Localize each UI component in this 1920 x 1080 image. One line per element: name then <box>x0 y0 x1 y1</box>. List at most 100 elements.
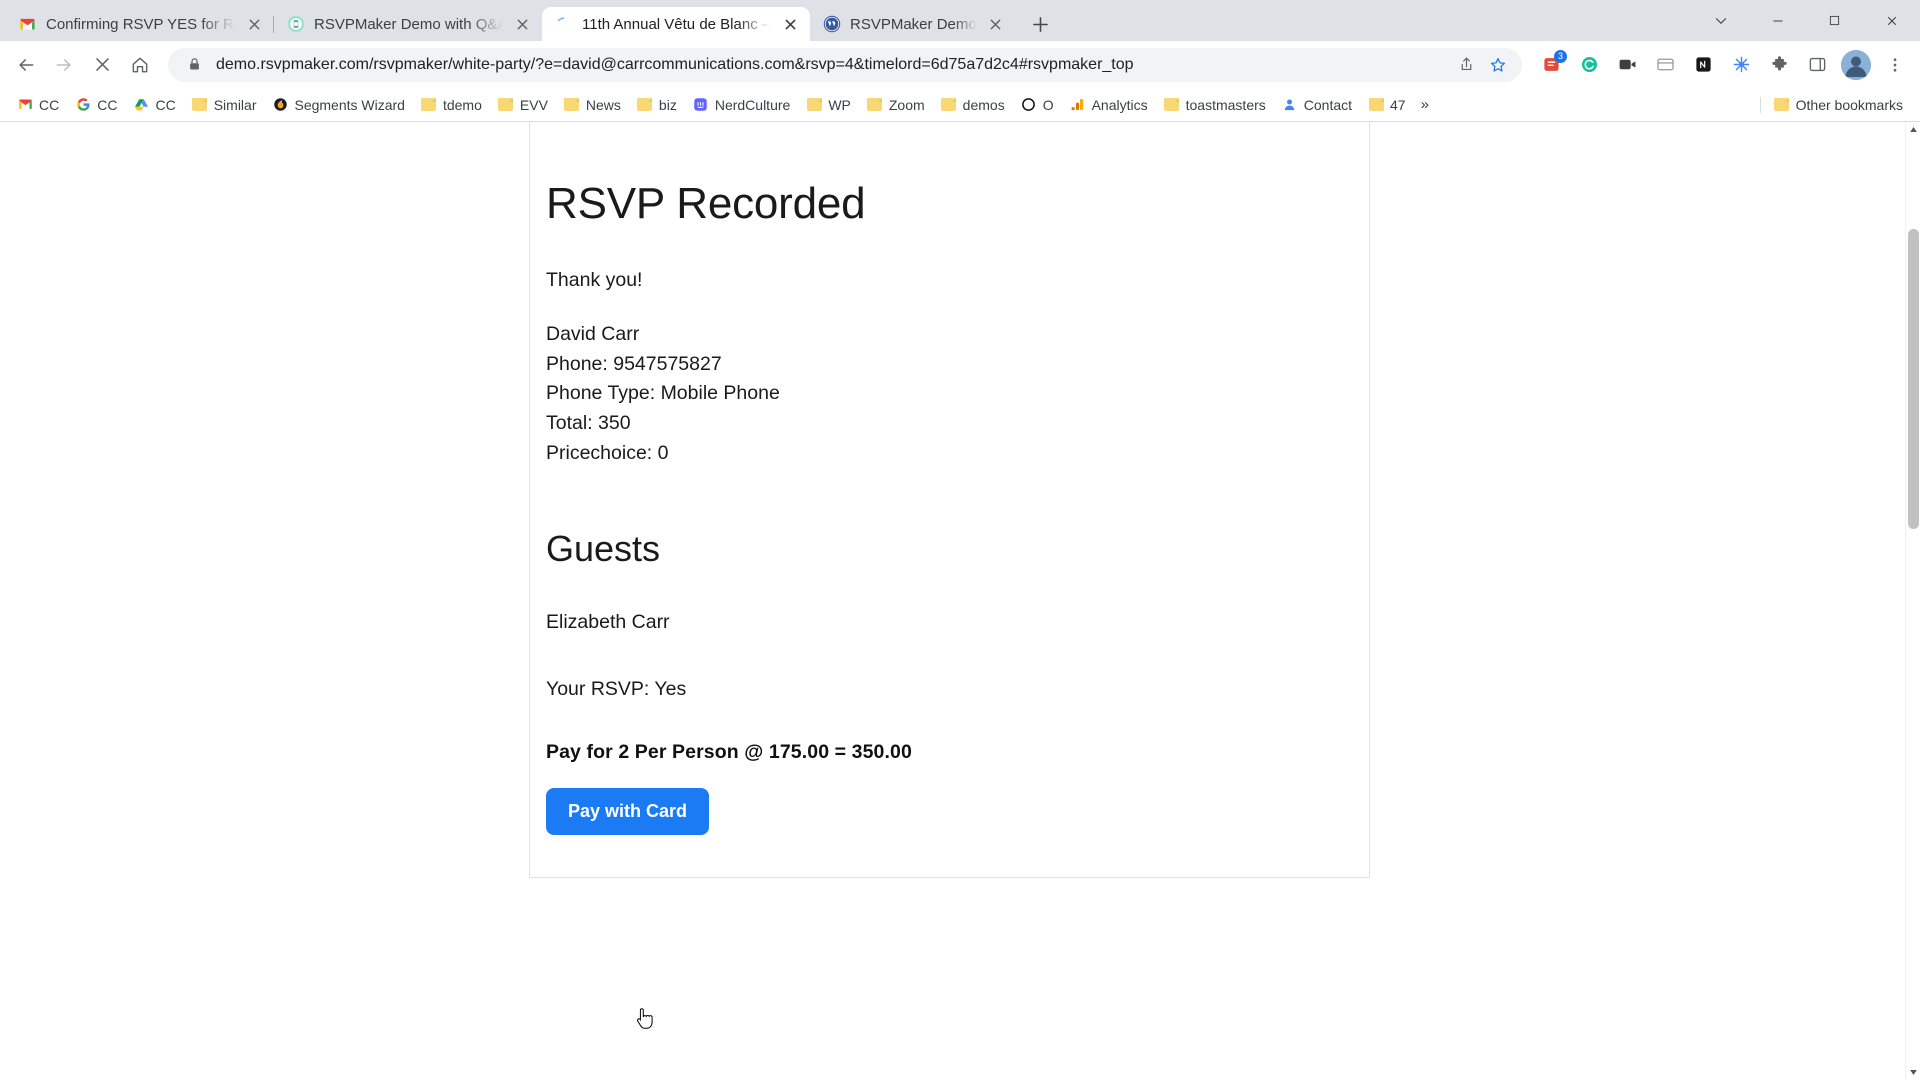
tab-rsvpmaker-demo[interactable]: RSVPMaker Demo <box>810 7 1016 41</box>
scroll-up-arrow[interactable] <box>1906 122 1920 137</box>
bookmark-wp[interactable]: WP <box>799 93 858 117</box>
bookmark-label: WP <box>828 96 851 113</box>
bookmark-tdemo[interactable]: tdemo <box>414 93 489 117</box>
extension-icon-star-burst[interactable] <box>1724 48 1758 82</box>
bookmark-evv[interactable]: EVV <box>491 93 555 117</box>
attendee-phone: Phone: 9547575827 <box>546 352 722 375</box>
folder-icon <box>192 97 208 113</box>
extension-icons: 3 <box>1532 48 1912 82</box>
back-icon[interactable] <box>8 47 44 83</box>
folder-icon <box>637 97 653 113</box>
bookmark-label: tdemo <box>442 96 482 113</box>
wordpress-icon <box>822 15 841 34</box>
close-icon[interactable] <box>512 14 532 34</box>
loading-spinner-icon <box>554 15 573 34</box>
bookmark-news[interactable]: News <box>557 93 628 117</box>
bookmark-segments-wizard[interactable]: Segments Wizard <box>265 93 411 117</box>
payment-summary: Pay for 2 Per Person @ 175.00 = 350.00 <box>546 740 912 763</box>
tab-rsvpmaker-demo-qa[interactable]: RSVPMaker Demo with Q&A, Fea <box>273 7 542 41</box>
scrollbar-thumb[interactable] <box>1908 229 1919 529</box>
folder-icon <box>1774 97 1790 113</box>
lock-icon[interactable] <box>184 55 204 75</box>
bookmark-zoom[interactable]: Zoom <box>860 93 932 117</box>
bookmark-cc-google[interactable]: CC <box>68 93 124 117</box>
browser-window: Confirming RSVP YES for RSVPMa RSVPMaker… <box>0 0 1920 1080</box>
bookmark-nerdculture[interactable]: NerdCulture <box>686 93 797 117</box>
other-bookmarks-label: Other bookmarks <box>1795 96 1903 113</box>
extensions-puzzle-icon[interactable] <box>1762 48 1796 82</box>
bookmark-label: Contact <box>1303 96 1353 113</box>
extension-icon-grammarly[interactable] <box>1572 48 1606 82</box>
close-icon[interactable] <box>780 14 800 34</box>
bookmark-label: Zoom <box>888 96 925 113</box>
folder-icon <box>564 97 580 113</box>
close-icon[interactable] <box>986 14 1006 34</box>
pay-with-card-button[interactable]: Pay with Card <box>546 787 710 835</box>
rsvpmaker-icon <box>286 15 305 34</box>
folder-icon <box>941 97 957 113</box>
minimize-button[interactable] <box>1749 0 1806 41</box>
bookmark-contact[interactable]: Contact <box>1275 93 1359 117</box>
folder-icon <box>806 97 822 113</box>
extension-icon-video[interactable] <box>1610 48 1644 82</box>
url-text[interactable]: demo.rsvpmaker.com/rsvpmaker/white-party… <box>216 55 1444 75</box>
attendee-name: David Carr <box>546 323 640 346</box>
tab-title: RSVPMaker Demo with Q&A, Fea <box>314 15 503 33</box>
bookmark-star-icon[interactable] <box>1488 55 1508 75</box>
guest-name: Elizabeth Carr <box>546 610 670 633</box>
extension-icon-red[interactable]: 3 <box>1534 48 1568 82</box>
extension-icon-notion[interactable] <box>1686 48 1720 82</box>
tab-vetu-de-blanc[interactable]: 11th Annual Vêtu de Blanc – RSV <box>542 7 810 41</box>
window-controls <box>1692 0 1920 41</box>
bookmark-label: Similar <box>213 96 257 113</box>
bookmark-label: CC <box>155 96 176 113</box>
profile-avatar[interactable] <box>1841 49 1871 80</box>
tab-confirming-rsvp[interactable]: Confirming RSVP YES for RSVPMa <box>6 7 274 41</box>
bookmark-analytics[interactable]: Analytics <box>1063 93 1155 117</box>
bookmark-label: toastmasters <box>1185 96 1266 113</box>
extension-icon-card[interactable] <box>1648 48 1682 82</box>
tab-search-icon[interactable] <box>1692 0 1749 41</box>
bookmark-cc-gmail[interactable]: CC <box>10 93 66 117</box>
analytics-icon <box>1070 97 1086 113</box>
share-icon[interactable] <box>1456 55 1476 75</box>
scroll-down-arrow[interactable] <box>1906 1065 1920 1080</box>
bookmark-demos[interactable]: demos <box>934 93 1012 117</box>
close-icon[interactable] <box>244 14 264 34</box>
bookmarks-overflow-icon[interactable]: » <box>1415 92 1435 117</box>
tab-title: Confirming RSVP YES for RSVPMa <box>46 15 235 33</box>
google-drive-icon <box>133 97 149 113</box>
bookmark-label: biz <box>658 96 677 113</box>
page-footer-strip <box>0 1072 1920 1080</box>
bookmark-47[interactable]: 47 <box>1361 93 1413 117</box>
stop-loading-icon[interactable] <box>84 47 120 83</box>
page-scrollbar[interactable] <box>1905 122 1920 1080</box>
folder-icon <box>1164 97 1180 113</box>
attendee-pricechoice: Pricechoice: 0 <box>546 441 669 464</box>
bookmark-biz[interactable]: biz <box>630 93 684 117</box>
other-bookmarks-button[interactable]: Other bookmarks <box>1767 93 1910 117</box>
bookmark-o[interactable]: O <box>1014 93 1061 117</box>
bookmark-label: Segments Wizard <box>294 96 405 113</box>
bookmark-toastmasters[interactable]: toastmasters <box>1157 93 1273 117</box>
guests-heading: Guests <box>546 528 661 570</box>
bookmark-cc-drive[interactable]: CC <box>126 93 182 117</box>
chrome-menu-icon[interactable] <box>1878 48 1912 82</box>
address-bar[interactable]: demo.rsvpmaker.com/rsvpmaker/white-party… <box>168 47 1522 82</box>
folder-icon <box>498 97 514 113</box>
side-panel-icon[interactable] <box>1800 48 1834 82</box>
new-tab-button[interactable] <box>1024 7 1058 41</box>
maximize-button[interactable] <box>1806 0 1863 41</box>
home-icon[interactable] <box>122 47 158 83</box>
circle-icon <box>1021 97 1037 113</box>
mouse-cursor-pointer <box>637 1008 653 1029</box>
attendee-details: David Carr Phone: 9547575827 Phone Type:… <box>546 320 1315 468</box>
bookmark-label: News <box>585 96 621 113</box>
browser-toolbar: demo.rsvpmaker.com/rsvpmaker/white-party… <box>0 41 1920 88</box>
other-bookmarks-group: Other bookmarks <box>1754 93 1910 117</box>
bookmark-similar[interactable]: Similar <box>185 93 264 117</box>
rsvp-card: RSVP Recorded Thank you! David Carr Phon… <box>529 122 1370 878</box>
segments-icon <box>272 97 288 113</box>
close-window-button[interactable] <box>1863 0 1920 41</box>
forward-icon[interactable] <box>46 47 82 83</box>
